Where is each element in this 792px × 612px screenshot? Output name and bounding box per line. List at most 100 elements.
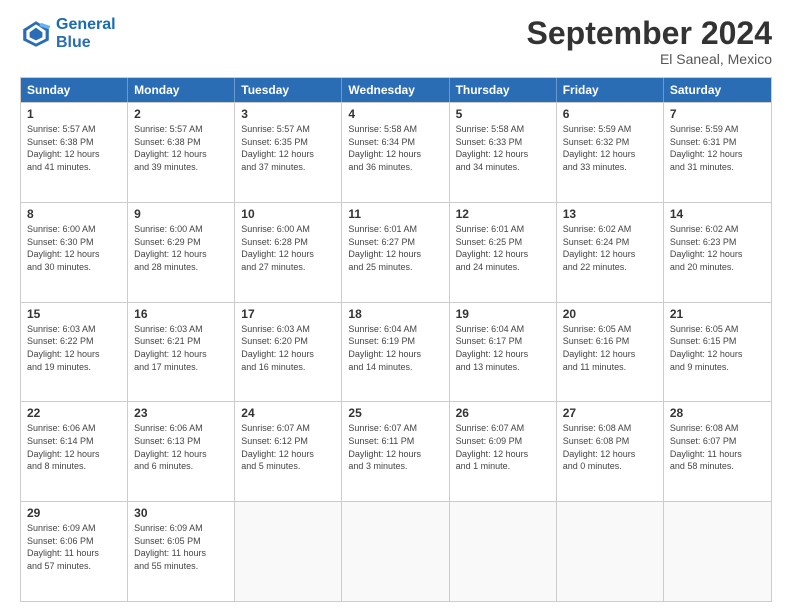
calendar-cell-r0c6: 7 Sunrise: 5:59 AM Sunset: 6:31 PM Daylig… [664, 103, 771, 202]
day-number: 23 [134, 406, 228, 420]
header: General Blue September 2024 El Saneal, M… [20, 16, 772, 67]
page: General Blue September 2024 El Saneal, M… [0, 0, 792, 612]
day-info: Sunrise: 6:08 AM Sunset: 6:08 PM Dayligh… [563, 422, 657, 472]
day-info: Sunrise: 6:08 AM Sunset: 6:07 PM Dayligh… [670, 422, 765, 472]
day-info: Sunrise: 6:03 AM Sunset: 6:21 PM Dayligh… [134, 323, 228, 373]
day-info: Sunrise: 6:00 AM Sunset: 6:30 PM Dayligh… [27, 223, 121, 273]
day-number: 9 [134, 207, 228, 221]
calendar-cell-r0c1: 2 Sunrise: 5:57 AM Sunset: 6:38 PM Daylig… [128, 103, 235, 202]
logo-text: General Blue [56, 16, 116, 51]
header-thursday: Thursday [450, 78, 557, 102]
calendar: Sunday Monday Tuesday Wednesday Thursday… [20, 77, 772, 602]
day-info: Sunrise: 6:07 AM Sunset: 6:09 PM Dayligh… [456, 422, 550, 472]
day-info: Sunrise: 6:04 AM Sunset: 6:17 PM Dayligh… [456, 323, 550, 373]
day-number: 14 [670, 207, 765, 221]
header-monday: Monday [128, 78, 235, 102]
calendar-row-1: 8 Sunrise: 6:00 AM Sunset: 6:30 PM Daylig… [21, 202, 771, 302]
calendar-cell-r0c5: 6Sunrise: 5:59 AM Sunset: 6:32 PM Daylig… [557, 103, 664, 202]
day-number: 10 [241, 207, 335, 221]
day-info: Sunrise: 5:57 AM Sunset: 6:35 PM Dayligh… [241, 123, 335, 173]
day-info: Sunrise: 6:01 AM Sunset: 6:25 PM Dayligh… [456, 223, 550, 273]
day-number: 4 [348, 107, 442, 121]
header-wednesday: Wednesday [342, 78, 449, 102]
day-number: 12 [456, 207, 550, 221]
calendar-cell-r1c4: 12 Sunrise: 6:01 AM Sunset: 6:25 PM Dayli… [450, 203, 557, 302]
calendar-cell-r3c3: 25Sunrise: 6:07 AM Sunset: 6:11 PM Dayli… [342, 402, 449, 501]
day-number: 2 [134, 107, 228, 121]
calendar-cell-r2c3: 18 Sunrise: 6:04 AM Sunset: 6:19 PM Dayli… [342, 303, 449, 402]
day-info: Sunrise: 6:09 AM Sunset: 6:05 PM Dayligh… [134, 522, 228, 572]
calendar-cell-r0c2: 3 Sunrise: 5:57 AM Sunset: 6:35 PM Daylig… [235, 103, 342, 202]
calendar-cell-r1c6: 14 Sunrise: 6:02 AM Sunset: 6:23 PM Dayli… [664, 203, 771, 302]
day-number: 5 [456, 107, 550, 121]
calendar-cell-r4c5 [557, 502, 664, 601]
calendar-cell-r4c6 [664, 502, 771, 601]
calendar-cell-r0c0: 1Sunrise: 5:57 AM Sunset: 6:38 PM Daylig… [21, 103, 128, 202]
header-friday: Friday [557, 78, 664, 102]
calendar-body: 1Sunrise: 5:57 AM Sunset: 6:38 PM Daylig… [21, 102, 771, 601]
day-info: Sunrise: 6:02 AM Sunset: 6:23 PM Dayligh… [670, 223, 765, 273]
day-number: 13 [563, 207, 657, 221]
day-number: 20 [563, 307, 657, 321]
calendar-cell-r2c6: 21Sunrise: 6:05 AM Sunset: 6:15 PM Dayli… [664, 303, 771, 402]
day-number: 19 [456, 307, 550, 321]
calendar-cell-r0c3: 4 Sunrise: 5:58 AM Sunset: 6:34 PM Daylig… [342, 103, 449, 202]
calendar-cell-r2c0: 15 Sunrise: 6:03 AM Sunset: 6:22 PM Dayli… [21, 303, 128, 402]
day-info: Sunrise: 6:01 AM Sunset: 6:27 PM Dayligh… [348, 223, 442, 273]
day-number: 8 [27, 207, 121, 221]
calendar-cell-r3c1: 23Sunrise: 6:06 AM Sunset: 6:13 PM Dayli… [128, 402, 235, 501]
logo-blue: Blue [56, 34, 116, 52]
day-number: 25 [348, 406, 442, 420]
day-number: 7 [670, 107, 765, 121]
day-info: Sunrise: 5:57 AM Sunset: 6:38 PM Dayligh… [134, 123, 228, 173]
calendar-cell-r2c2: 17Sunrise: 6:03 AM Sunset: 6:20 PM Dayli… [235, 303, 342, 402]
day-number: 30 [134, 506, 228, 520]
calendar-cell-r3c6: 28 Sunrise: 6:08 AM Sunset: 6:07 PM Dayli… [664, 402, 771, 501]
day-number: 24 [241, 406, 335, 420]
month-title: September 2024 [527, 16, 772, 51]
day-info: Sunrise: 5:58 AM Sunset: 6:34 PM Dayligh… [348, 123, 442, 173]
calendar-cell-r4c1: 30 Sunrise: 6:09 AM Sunset: 6:05 PM Dayli… [128, 502, 235, 601]
day-info: Sunrise: 6:05 AM Sunset: 6:15 PM Dayligh… [670, 323, 765, 373]
day-info: Sunrise: 6:04 AM Sunset: 6:19 PM Dayligh… [348, 323, 442, 373]
subtitle: El Saneal, Mexico [527, 51, 772, 67]
day-number: 29 [27, 506, 121, 520]
day-number: 3 [241, 107, 335, 121]
day-number: 16 [134, 307, 228, 321]
day-number: 28 [670, 406, 765, 420]
day-info: Sunrise: 6:02 AM Sunset: 6:24 PM Dayligh… [563, 223, 657, 273]
day-info: Sunrise: 6:00 AM Sunset: 6:29 PM Dayligh… [134, 223, 228, 273]
calendar-cell-r3c5: 27 Sunrise: 6:08 AM Sunset: 6:08 PM Dayli… [557, 402, 664, 501]
day-number: 15 [27, 307, 121, 321]
calendar-cell-r3c4: 26 Sunrise: 6:07 AM Sunset: 6:09 PM Dayli… [450, 402, 557, 501]
logo: General Blue [20, 16, 116, 51]
calendar-cell-r2c5: 20 Sunrise: 6:05 AM Sunset: 6:16 PM Dayli… [557, 303, 664, 402]
calendar-cell-r3c2: 24Sunrise: 6:07 AM Sunset: 6:12 PM Dayli… [235, 402, 342, 501]
day-info: Sunrise: 6:09 AM Sunset: 6:06 PM Dayligh… [27, 522, 121, 572]
calendar-row-4: 29 Sunrise: 6:09 AM Sunset: 6:06 PM Dayli… [21, 501, 771, 601]
day-number: 6 [563, 107, 657, 121]
day-info: Sunrise: 6:03 AM Sunset: 6:22 PM Dayligh… [27, 323, 121, 373]
day-number: 26 [456, 406, 550, 420]
calendar-cell-r4c3 [342, 502, 449, 601]
header-sunday: Sunday [21, 78, 128, 102]
day-info: Sunrise: 5:59 AM Sunset: 6:31 PM Dayligh… [670, 123, 765, 173]
day-number: 18 [348, 307, 442, 321]
day-info: Sunrise: 6:05 AM Sunset: 6:16 PM Dayligh… [563, 323, 657, 373]
logo-icon [20, 18, 52, 50]
calendar-cell-r3c0: 22Sunrise: 6:06 AM Sunset: 6:14 PM Dayli… [21, 402, 128, 501]
calendar-cell-r4c0: 29 Sunrise: 6:09 AM Sunset: 6:06 PM Dayli… [21, 502, 128, 601]
title-block: September 2024 El Saneal, Mexico [527, 16, 772, 67]
day-info: Sunrise: 5:57 AM Sunset: 6:38 PM Dayligh… [27, 123, 121, 173]
calendar-cell-r4c2 [235, 502, 342, 601]
day-number: 27 [563, 406, 657, 420]
calendar-cell-r1c5: 13 Sunrise: 6:02 AM Sunset: 6:24 PM Dayli… [557, 203, 664, 302]
logo-general: General [56, 16, 116, 33]
calendar-cell-r2c1: 16 Sunrise: 6:03 AM Sunset: 6:21 PM Dayli… [128, 303, 235, 402]
calendar-cell-r1c0: 8 Sunrise: 6:00 AM Sunset: 6:30 PM Daylig… [21, 203, 128, 302]
calendar-header: Sunday Monday Tuesday Wednesday Thursday… [21, 78, 771, 102]
calendar-cell-r4c4 [450, 502, 557, 601]
header-saturday: Saturday [664, 78, 771, 102]
calendar-row-0: 1Sunrise: 5:57 AM Sunset: 6:38 PM Daylig… [21, 102, 771, 202]
day-info: Sunrise: 6:03 AM Sunset: 6:20 PM Dayligh… [241, 323, 335, 373]
